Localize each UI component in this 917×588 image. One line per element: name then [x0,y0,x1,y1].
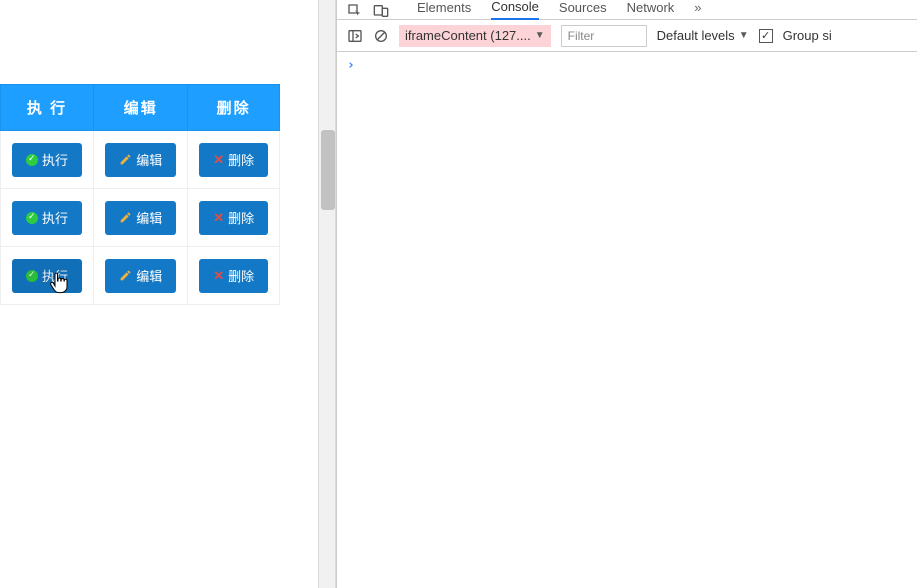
x-icon: ✕ [213,210,224,226]
run-button[interactable]: 执行 [12,143,82,177]
console-toolbar: iframeContent (127.... ▼ Default levels … [337,20,917,52]
app-panel: 执 行 编辑 删除 执行 编辑 [0,0,318,588]
group-similar-checkbox[interactable]: ✓ [759,29,773,43]
tab-network[interactable]: Network [627,0,675,19]
check-circle-icon [26,270,38,282]
tab-console[interactable]: Console [491,0,539,20]
run-button-label: 执行 [42,150,68,169]
col-header-edit: 编辑 [94,85,188,131]
delete-button-label: 删除 [228,208,254,227]
devtools-tabs: Elements Console Sources Network » [337,0,917,20]
x-icon: ✕ [213,152,224,168]
tab-elements[interactable]: Elements [417,0,471,19]
check-circle-icon [26,154,38,166]
x-icon: ✕ [213,268,224,284]
console-filter-input[interactable] [561,25,647,47]
edit-button-label: 编辑 [136,208,162,227]
devtools-panel: Elements Console Sources Network » ifram… [336,0,917,588]
console-sidebar-toggle-icon[interactable] [347,28,363,44]
context-selector-label: iframeContent (127.... [405,28,531,43]
edit-button[interactable]: 编辑 [105,259,176,293]
table-row: 执行 编辑 ✕ 删除 [1,189,280,247]
console-output[interactable]: › [337,52,917,79]
table-row: 执行 编辑 ✕ 删除 [1,247,280,305]
run-button-label: 执行 [42,266,68,285]
context-selector[interactable]: iframeContent (127.... ▼ [399,25,551,47]
run-button-label: 执行 [42,208,68,227]
col-header-run: 执 行 [1,85,94,131]
edit-button-label: 编辑 [136,150,162,169]
log-levels-label: Default levels [657,28,735,43]
clear-console-icon[interactable] [373,28,389,44]
delete-button[interactable]: ✕ 删除 [199,259,268,293]
pencil-icon [119,211,132,224]
action-table: 执 行 编辑 删除 执行 编辑 [0,84,280,305]
run-button[interactable]: 执行 [12,201,82,235]
inspect-element-icon[interactable] [347,3,363,19]
delete-button-label: 删除 [228,266,254,285]
scrollbar-thumb[interactable] [321,130,335,210]
chevron-down-icon: ▼ [739,30,749,41]
tab-sources[interactable]: Sources [559,0,607,19]
delete-button-label: 删除 [228,150,254,169]
group-similar-label: Group si [783,28,832,43]
device-toolbar-icon[interactable] [373,3,389,19]
tabs-overflow[interactable]: » [694,0,701,19]
edit-button[interactable]: 编辑 [105,201,176,235]
check-circle-icon [26,212,38,224]
table-row: 执行 编辑 ✕ 删除 [1,131,280,189]
pencil-icon [119,153,132,166]
delete-button[interactable]: ✕ 删除 [199,201,268,235]
app-scrollbar[interactable] [318,0,336,588]
console-prompt-icon: › [347,58,355,73]
pencil-icon [119,269,132,282]
chevron-down-icon: ▼ [535,30,545,41]
edit-button-label: 编辑 [136,266,162,285]
edit-button[interactable]: 编辑 [105,143,176,177]
col-header-delete: 删除 [188,85,280,131]
action-table-body: 执行 编辑 ✕ 删除 [1,131,280,305]
log-levels-selector[interactable]: Default levels ▼ [657,28,749,43]
run-button[interactable]: 执行 [12,259,82,293]
delete-button[interactable]: ✕ 删除 [199,143,268,177]
